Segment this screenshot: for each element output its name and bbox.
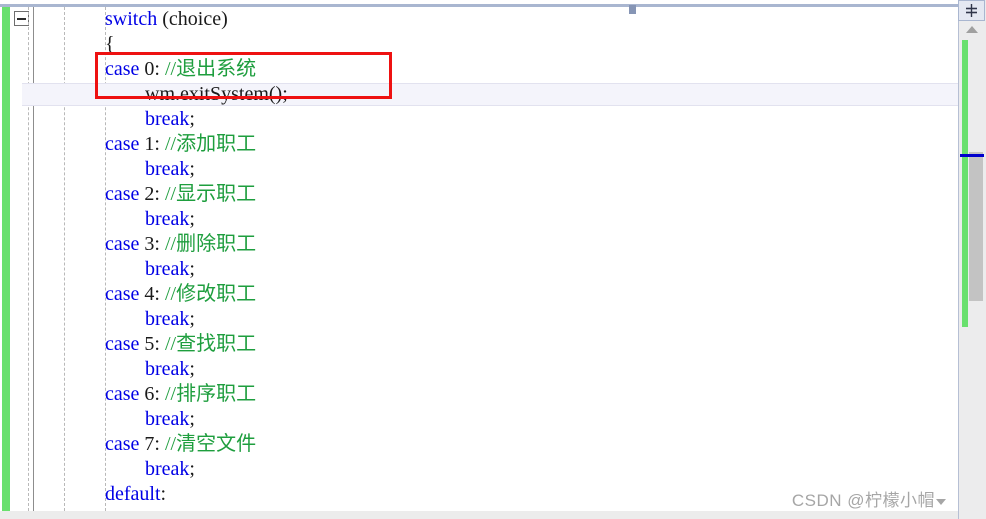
code-line[interactable]: {	[0, 32, 958, 57]
code-token-plain: 0:	[139, 58, 165, 80]
watermark-text: CSDN @柠檬小帽	[791, 491, 935, 510]
code-token-comment: //退出系统	[164, 58, 257, 80]
split-editor-icon[interactable]	[958, 0, 985, 21]
code-token-plain: ;	[189, 408, 195, 430]
code-token-kw: case	[105, 58, 140, 80]
code-token-plain: 6:	[139, 383, 165, 405]
code-token-kw: break	[145, 458, 190, 480]
code-token-plain: 5:	[139, 333, 165, 355]
csdn-watermark: CSDN @柠檬小帽	[792, 486, 946, 511]
scroll-up-arrow-icon[interactable]	[966, 26, 978, 33]
code-text-area[interactable]: switch (choice){case 0: //退出系统 wm.exitSys…	[0, 7, 958, 519]
code-line[interactable]: break;	[0, 457, 958, 482]
code-token-plain: wm.exitSystem();	[145, 83, 288, 105]
code-token-plain: {	[105, 33, 115, 55]
code-token-comment: //查找职工	[164, 333, 257, 355]
code-token-plain: 4:	[139, 283, 165, 305]
code-line[interactable]: break;	[0, 107, 958, 132]
code-token-comment: //删除职工	[164, 233, 257, 255]
code-token-kw: case	[105, 183, 140, 205]
code-token-plain: :	[160, 483, 167, 505]
vertical-scrollbar-column[interactable]	[958, 0, 986, 519]
code-token-plain: ;	[189, 458, 195, 480]
code-token-kw: break	[145, 258, 190, 280]
code-token-plain: ;	[189, 208, 195, 230]
code-token-plain: ;	[189, 258, 195, 280]
code-token-kw: break	[145, 408, 190, 430]
scrollbar-thumb[interactable]	[969, 152, 983, 301]
code-line[interactable]: case 2: //显示职工	[0, 182, 958, 207]
code-token-comment: //修改职工	[164, 283, 257, 305]
code-line[interactable]: wm.exitSystem();	[0, 82, 958, 107]
code-token-kw: case	[105, 133, 140, 155]
editor-bottom-strip	[0, 511, 958, 519]
code-token-plain: 1:	[139, 133, 165, 155]
code-token-comment: //显示职工	[164, 183, 257, 205]
code-line[interactable]: case 1: //添加职工	[0, 132, 958, 157]
code-token-plain: 2:	[139, 183, 165, 205]
code-token-kw: break	[145, 208, 190, 230]
code-line[interactable]: case 7: //清空文件	[0, 432, 958, 457]
code-token-kw: case	[105, 233, 140, 255]
code-line[interactable]: break;	[0, 307, 958, 332]
code-token-comment: //清空文件	[164, 433, 257, 455]
code-token-plain: ;	[189, 358, 195, 380]
code-editor-window: switch (choice){case 0: //退出系统 wm.exitSys…	[0, 0, 986, 519]
scrollbar-changed-lines-stripe	[962, 40, 968, 327]
code-token-plain: 3:	[139, 233, 165, 255]
code-token-plain: 7:	[139, 433, 165, 455]
code-line[interactable]: switch (choice)	[0, 7, 958, 32]
code-line[interactable]: case 6: //排序职工	[0, 382, 958, 407]
code-token-kw: case	[105, 283, 140, 305]
code-line[interactable]: case 5: //查找职工	[0, 332, 958, 357]
code-line[interactable]: break;	[0, 257, 958, 282]
code-token-plain: ;	[189, 108, 195, 130]
caret-down-icon	[936, 498, 946, 505]
code-token-kw: case	[105, 383, 140, 405]
code-token-kw: break	[145, 108, 190, 130]
code-line[interactable]: case 3: //删除职工	[0, 232, 958, 257]
code-token-kw: break	[145, 158, 190, 180]
code-token-comment: //排序职工	[164, 383, 257, 405]
code-line[interactable]: case 4: //修改职工	[0, 282, 958, 307]
code-token-comment: //添加职工	[164, 133, 257, 155]
code-line[interactable]: break;	[0, 407, 958, 432]
code-token-kw: switch	[105, 8, 158, 30]
code-token-plain: ;	[189, 308, 195, 330]
code-token-kw: case	[105, 433, 140, 455]
code-line[interactable]: break;	[0, 157, 958, 182]
code-token-kw: break	[145, 308, 190, 330]
code-token-plain: (choice)	[157, 8, 228, 30]
code-token-kw: break	[145, 358, 190, 380]
code-token-plain: ;	[189, 158, 195, 180]
code-token-kw: default	[105, 483, 161, 505]
code-line[interactable]: break;	[0, 207, 958, 232]
code-line[interactable]: break;	[0, 357, 958, 382]
code-token-kw: case	[105, 333, 140, 355]
scrollbar-cursor-marker	[960, 154, 984, 157]
code-line[interactable]: case 0: //退出系统	[0, 57, 958, 82]
